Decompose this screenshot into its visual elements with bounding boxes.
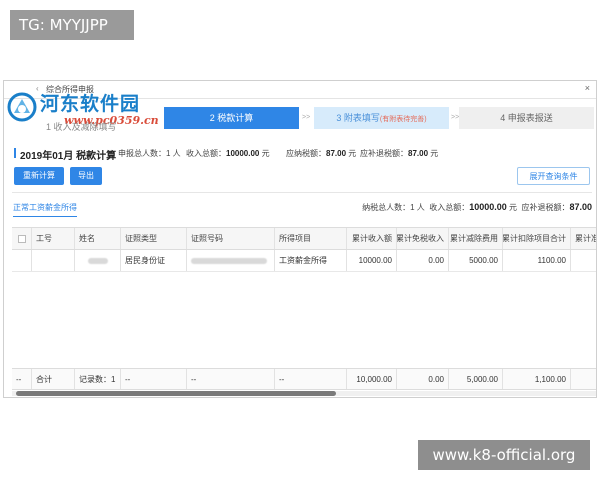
step-submit[interactable]: 4 申报表报送: [459, 107, 594, 129]
cell-allowed: [571, 250, 596, 271]
section-divider: [12, 192, 592, 193]
footer-tax-free-income: 0.00: [397, 369, 449, 389]
cell-cumulative-income: 10000.00: [347, 250, 397, 271]
tax-payable-label: 应纳税额：: [286, 149, 326, 158]
recalculate-button[interactable]: 重新计算: [14, 167, 64, 185]
col-header-cumulative-income[interactable]: 累计收入额: [347, 228, 397, 249]
totals-refund-value: 87.00: [569, 202, 592, 212]
blurred-name: [87, 257, 108, 264]
refund: 应补退税额：87.00 元: [360, 148, 438, 159]
row-select-cell: [12, 250, 32, 271]
watermark-top: TG: MYYJJPP: [10, 10, 134, 40]
cell-deduction-expense: 5000.00: [449, 250, 503, 271]
tax-payable-value: 87.00: [326, 149, 347, 158]
step-arrow: >>: [302, 114, 311, 121]
table-footer: -- 合计 记录数：1 -- -- -- 10,000.00 0.00 5,00…: [12, 368, 596, 390]
step-arrow: >>: [451, 114, 460, 121]
select-all-cell: [12, 228, 32, 249]
cell-deduction-total: 1100.00: [503, 250, 571, 271]
refund-unit: 元: [430, 149, 439, 158]
footer-deduction-total: 1,100.00: [503, 369, 571, 389]
close-icon[interactable]: ×: [585, 83, 590, 93]
col-header-income-item[interactable]: 所得项目: [275, 228, 347, 249]
totals-income-unit: 元: [509, 203, 518, 212]
col-header-tax-free-income[interactable]: 累计免税收入: [397, 228, 449, 249]
col-header-id[interactable]: 工号: [32, 228, 75, 249]
step-tax-calculation[interactable]: 2 税款计算: [164, 107, 299, 129]
col-header-id-type[interactable]: 证照类型: [121, 228, 187, 249]
taxpayer-label: 纳税总人数：: [362, 203, 411, 212]
declare-count-value: 1 人: [166, 149, 181, 158]
watermark-bottom: www.k8-official.org: [418, 440, 590, 470]
table-row[interactable]: 居民身份证 工资薪金所得 10000.00 0.00 5000.00 1100.…: [12, 250, 596, 272]
totals-bar: 纳税总人数：1 人 收入总额：10000.00 元 应补退税额：87.00: [362, 202, 592, 213]
footer-allowed: [571, 369, 596, 389]
cell-name: [75, 250, 121, 271]
tax-table: 工号 姓名 证照类型 证照号码 所得项目 累计收入额 累计免税收入 累计减除费用…: [12, 227, 596, 393]
tax-payable: 应纳税额：87.00 元: [286, 148, 356, 159]
tab-salary-income[interactable]: 正常工资薪金所得: [13, 202, 77, 217]
footer-total-label: 合计: [32, 369, 75, 389]
declare-count: 申报总人数：1 人: [118, 148, 181, 159]
summary-bar: 2019年01月 税款计算 申报总人数：1 人 收入总额：10000.00 元 …: [14, 147, 594, 162]
horizontal-scrollbar[interactable]: [12, 391, 596, 396]
footer-dash: --: [275, 369, 347, 389]
taxpayer-value: 1 人: [410, 203, 425, 212]
footer-dash: --: [187, 369, 275, 389]
income-label: 收入总额：: [186, 149, 226, 158]
step-attachment[interactable]: 3 附表填写(有附表待完善): [314, 107, 449, 129]
scrollbar-thumb[interactable]: [16, 391, 336, 396]
footer-dash: --: [12, 369, 32, 389]
col-header-deduction-expense[interactable]: 累计减除费用: [449, 228, 503, 249]
table-header: 工号 姓名 证照类型 证照号码 所得项目 累计收入额 累计免税收入 累计减除费用…: [12, 228, 596, 250]
watermark-logo: 河东软件园 www.pc0359.cn 1 收入及减除填写: [6, 87, 159, 133]
refund-value: 87.00: [408, 149, 429, 158]
expand-query-button[interactable]: 展开查询条件: [517, 167, 590, 185]
income-value: 10000.00: [226, 149, 260, 158]
cell-income-item: 工资薪金所得: [275, 250, 347, 271]
logo-name: 河东软件园: [40, 93, 141, 115]
tax-payable-unit: 元: [348, 149, 357, 158]
col-header-allowed[interactable]: 累计准予: [571, 228, 596, 249]
footer-dash: --: [121, 369, 187, 389]
table-empty-area: [12, 272, 596, 368]
period-title: 2019年01月 税款计算: [20, 151, 117, 162]
logo-mark-icon: [7, 92, 37, 122]
accent-bar: [14, 148, 16, 158]
cell-tax-free-income: 0.00: [397, 250, 449, 271]
select-all-checkbox[interactable]: [17, 234, 26, 243]
cell-id-number: [187, 250, 275, 271]
cell-id-type: 居民身份证: [121, 250, 187, 271]
totals-refund-label: 应补退税额：: [521, 203, 570, 212]
step-attachment-hint: (有附表待完善): [379, 116, 427, 123]
refund-label: 应补退税额：: [360, 149, 408, 158]
cell-id: [32, 250, 75, 271]
footer-deduction-expense: 5,000.00: [449, 369, 503, 389]
income-unit: 元: [261, 149, 270, 158]
step-attachment-label: 3 附表填写: [336, 113, 380, 123]
totals-income-label: 收入总额：: [429, 203, 470, 212]
income-total: 收入总额：10000.00 元: [186, 148, 270, 159]
totals-income-value: 10000.00: [469, 202, 507, 212]
step-wizard: 2 税款计算 >> 3 附表填写(有附表待完善) >> 4 申报表报送: [154, 107, 594, 129]
step-1-label[interactable]: 1 收入及减除填写: [46, 120, 117, 133]
col-header-name[interactable]: 姓名: [75, 228, 121, 249]
app-window: ‹ 综合所得申报 × 河东软件园 www.pc0359.cn 1 收入及减除填写…: [3, 80, 597, 398]
blurred-id-number: [191, 257, 267, 264]
export-button[interactable]: 导出: [70, 167, 102, 185]
col-header-id-number[interactable]: 证照号码: [187, 228, 275, 249]
footer-cumulative-income: 10,000.00: [347, 369, 397, 389]
col-header-deduction-total[interactable]: 累计扣除项目合计: [503, 228, 571, 249]
footer-record-count: 记录数：1: [75, 369, 121, 389]
declare-count-label: 申报总人数：: [118, 149, 166, 158]
